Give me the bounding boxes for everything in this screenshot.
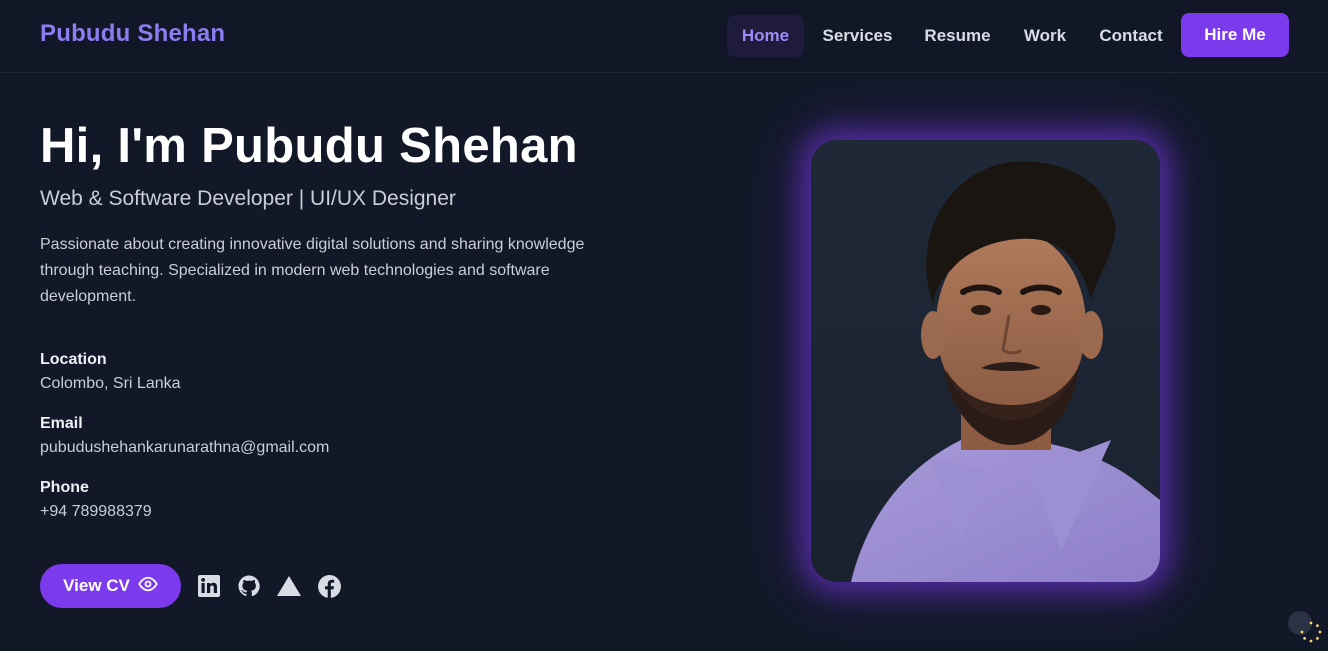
info-value[interactable]: pubudushehankarunarathna@gmail.com [40,437,329,459]
facebook-icon[interactable] [316,573,342,599]
info-label: Email [40,415,83,432]
info-phone: Phone +94 789988379 [40,477,152,523]
eye-icon [138,574,158,599]
linkedin-icon[interactable] [196,573,222,599]
info-value[interactable]: +94 789988379 [40,501,152,523]
view-cv-label: View CV [63,576,130,595]
profile-photo [811,140,1160,582]
hero-description: Passionate about creating innovative dig… [40,236,585,305]
brand-logo[interactable]: Pubudu Shehan [40,20,225,48]
nav-resume[interactable]: Resume [915,15,1000,57]
view-cv-button[interactable]: View CV [40,564,181,608]
info-value: Colombo, Sri Lanka [40,375,181,392]
info-location: Location Colombo, Sri Lanka [40,349,181,395]
site-header: Pubudu Shehan Home Services Resume Work … [0,0,1328,73]
hero-subtitle: Web & Software Developer | UI/UX Designe… [40,187,456,210]
info-label: Phone [40,479,89,496]
hero-title: Hi, I'm Pubudu Shehan [40,119,578,173]
nav-home[interactable]: Home [727,15,804,57]
github-icon[interactable] [236,573,262,599]
nav-contact[interactable]: Contact [1090,15,1172,57]
spinner-icon [1300,621,1322,643]
nav-work[interactable]: Work [1012,15,1078,57]
nav-services[interactable]: Services [812,15,903,57]
info-label: Location [40,351,107,368]
triangle-icon[interactable] [276,573,302,599]
info-email: Email pubudushehankarunarathna@gmail.com [40,413,329,459]
hire-me-button[interactable]: Hire Me [1181,13,1289,57]
